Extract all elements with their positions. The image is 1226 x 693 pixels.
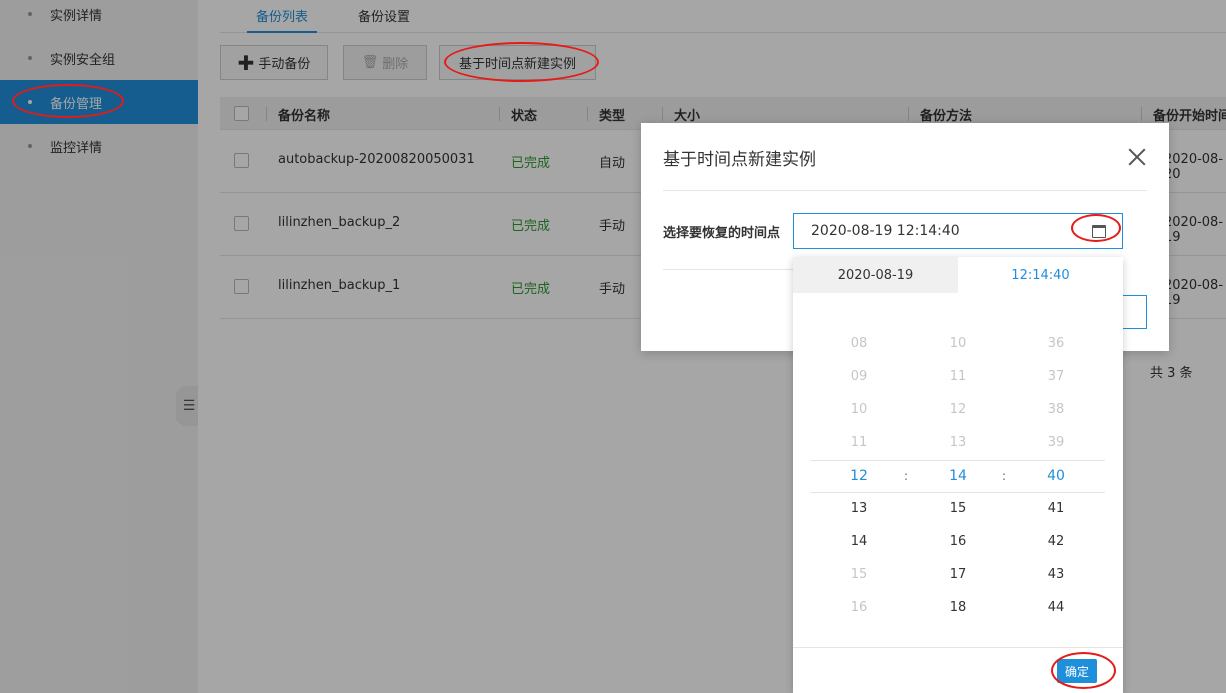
restore-time-input[interactable]: 2020-08-19 12:14:40 xyxy=(793,213,1123,249)
hour-column[interactable]: 08 09 10 11 12 13 14 15 16 xyxy=(809,327,909,624)
picker-confirm-button[interactable]: 确定 xyxy=(1057,659,1097,683)
minute-option[interactable]: 15 xyxy=(908,492,1008,525)
dialog-title: 基于时间点新建实例 xyxy=(663,150,816,170)
minute-option[interactable]: 17 xyxy=(908,558,1008,591)
minute-option[interactable]: 13 xyxy=(908,426,1008,459)
minute-option[interactable]: 16 xyxy=(908,525,1008,558)
hour-option[interactable]: 09 xyxy=(809,360,909,393)
hour-option[interactable]: 08 xyxy=(809,327,909,360)
minute-option[interactable]: 11 xyxy=(908,360,1008,393)
hour-option-selected[interactable]: 12 xyxy=(809,459,909,492)
second-column[interactable]: 36 37 38 39 40 41 42 43 44 xyxy=(1006,327,1106,624)
hour-option[interactable]: 13 xyxy=(809,492,909,525)
picker-tab-time[interactable]: 12:14:40 xyxy=(958,257,1123,293)
picker-tabs: 2020-08-19 12:14:40 xyxy=(793,257,1123,293)
second-option-selected[interactable]: 40 xyxy=(1006,459,1106,492)
hour-option[interactable]: 15 xyxy=(809,558,909,591)
second-option[interactable]: 43 xyxy=(1006,558,1106,591)
minute-column[interactable]: 10 11 12 13 14 15 16 17 18 xyxy=(908,327,1008,624)
second-option[interactable]: 37 xyxy=(1006,360,1106,393)
hour-option[interactable]: 14 xyxy=(809,525,909,558)
restore-time-value: 2020-08-19 12:14:40 xyxy=(811,223,960,239)
hour-option[interactable]: 16 xyxy=(809,591,909,624)
divider xyxy=(663,269,813,270)
datetime-picker: 2020-08-19 12:14:40 : : 08 09 10 11 12 1… xyxy=(793,257,1123,693)
hour-option[interactable]: 10 xyxy=(809,393,909,426)
close-icon[interactable] xyxy=(1125,145,1149,169)
minute-option[interactable]: 12 xyxy=(908,393,1008,426)
second-option[interactable]: 44 xyxy=(1006,591,1106,624)
hour-option[interactable]: 11 xyxy=(809,426,909,459)
second-option[interactable]: 38 xyxy=(1006,393,1106,426)
picker-footer-divider xyxy=(793,647,1123,648)
divider xyxy=(663,190,1147,191)
restore-time-label: 选择要恢复的时间点 xyxy=(663,226,781,241)
picker-tab-date[interactable]: 2020-08-19 xyxy=(793,257,958,293)
second-option[interactable]: 42 xyxy=(1006,525,1106,558)
minute-option[interactable]: 10 xyxy=(908,327,1008,360)
second-option[interactable]: 39 xyxy=(1006,426,1106,459)
calendar-icon[interactable] xyxy=(1092,225,1106,238)
minute-option[interactable]: 18 xyxy=(908,591,1008,624)
minute-option-selected[interactable]: 14 xyxy=(908,459,1008,492)
second-option[interactable]: 41 xyxy=(1006,492,1106,525)
second-option[interactable]: 36 xyxy=(1006,327,1106,360)
